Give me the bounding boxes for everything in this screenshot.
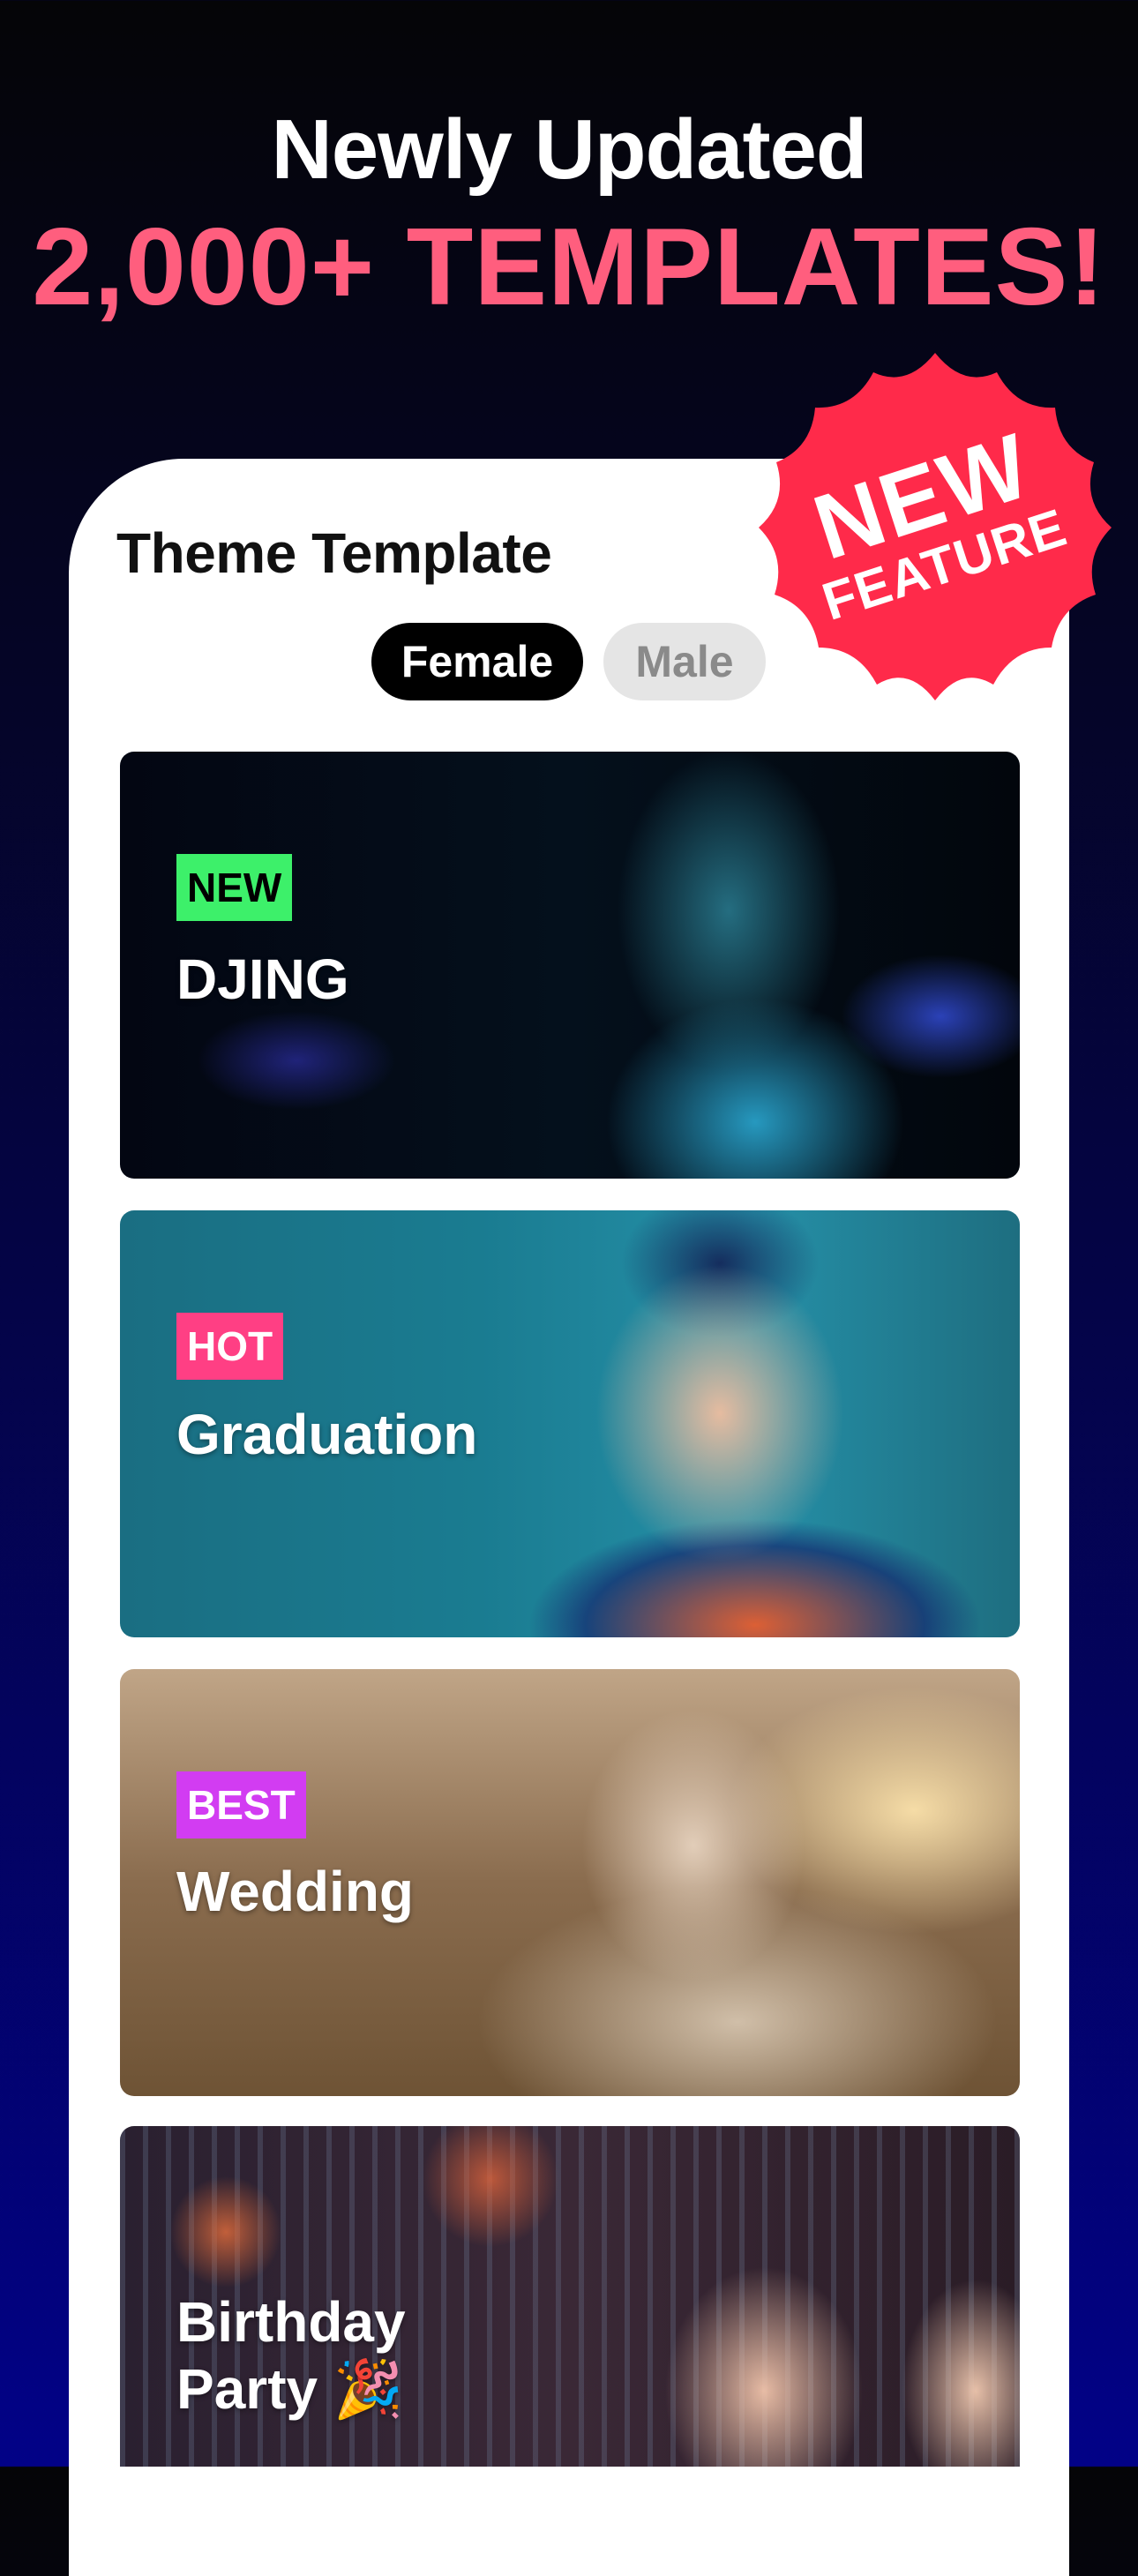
template-title: Wedding	[176, 1860, 414, 1923]
template-title-line1: Birthday	[176, 2290, 406, 2354]
tag-new: NEW	[176, 854, 293, 921]
template-title: Graduation	[176, 1403, 478, 1466]
template-card-birthday[interactable]: Birthday Party 🎉	[120, 2126, 1020, 2467]
template-card-graduation[interactable]: HOT Graduation	[120, 1210, 1020, 1637]
toggle-female[interactable]: Female	[371, 623, 583, 700]
template-title: DJING	[176, 947, 349, 1011]
template-title-line2: Party 🎉	[176, 2357, 404, 2421]
new-feature-badge: NEW FEATURE	[741, 346, 1129, 725]
headline: Newly Updated	[271, 102, 867, 197]
tag-hot: HOT	[176, 1313, 284, 1380]
tag-best: BEST	[176, 1771, 306, 1838]
subheadline: 2,000+ TEMPLATES!	[32, 206, 1106, 328]
section-title: Theme Template	[116, 521, 552, 585]
template-card-wedding[interactable]: BEST Wedding	[120, 1669, 1020, 2096]
template-card-djing[interactable]: NEW DJING	[120, 752, 1020, 1179]
